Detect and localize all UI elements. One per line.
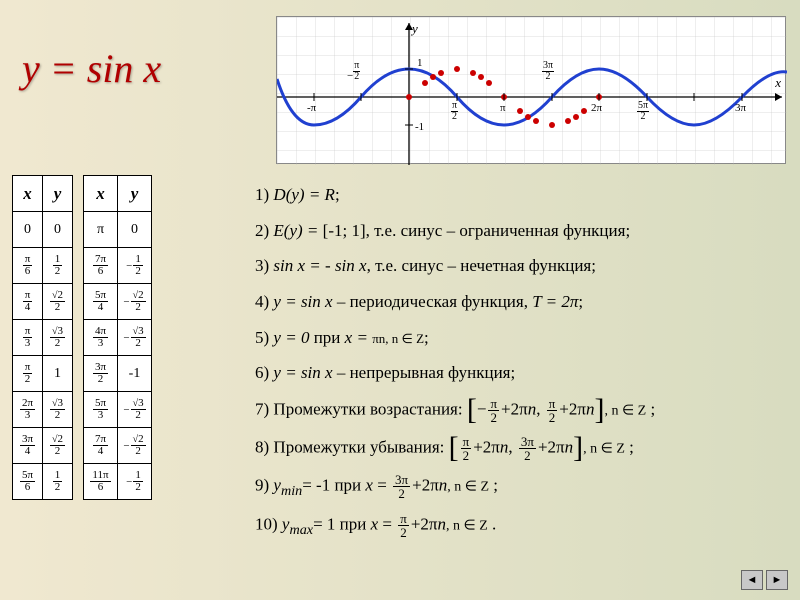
th-x: x [13, 176, 43, 212]
prop-3: 3) sin x = - sin x, т.е. синус – нечетна… [255, 254, 788, 279]
tick-m1: -1 [415, 121, 424, 133]
prop-4: 4) y = sin x – периодическая функция, T … [255, 290, 788, 315]
prop-2: 2) E(y) = [-1; 1], т.е. синус – ограниче… [255, 219, 788, 244]
nav-controls: ◄► [738, 570, 788, 590]
y-axis-label: y [412, 21, 418, 37]
prop-9: 9) ymin= -1 при x = 3π2+2πn, n ∈ Z ; [255, 473, 788, 501]
th-x2: x [84, 176, 118, 212]
table-a: xy 00 π612 π422 π332 π21 2π332 3π422 5π6… [12, 175, 73, 500]
tick-npi: -π [307, 102, 316, 114]
prop-6: 6) y = sin x – непрерывная функция; [255, 361, 788, 386]
page-title: y = sin x [22, 45, 161, 92]
tick-3pih: 3π2 [542, 61, 554, 82]
tick-pi: π [500, 102, 506, 114]
prop-8: 8) Промежутки убывания: [π2+2πn, 3π2+2πn… [255, 435, 788, 462]
next-button[interactable]: ► [766, 570, 788, 590]
prop-1: 1) D(y) = R; [255, 183, 788, 208]
th-y: y [43, 176, 73, 212]
tick-npih: −π2 [347, 61, 360, 82]
tick-3pi: 3π [735, 102, 746, 114]
prev-button[interactable]: ◄ [741, 570, 763, 590]
properties-list: 1) D(y) = R; 2) E(y) = [-1; 1], т.е. син… [255, 183, 788, 552]
table-b: xy π0 7π612 5π422 4π332 3π2-1 5π332 7π42… [83, 175, 152, 500]
x-axis-label: x [775, 75, 781, 91]
tick-1: 1 [417, 57, 423, 69]
tick-pih: π2 [451, 101, 458, 122]
prop-5: 5) y = 0 при x = πn, n ∈ Z; [255, 326, 788, 351]
th-y2: y [118, 176, 152, 212]
tick-2pi: 2π [591, 102, 602, 114]
sine-graph: y x 1 -1 -π π 2π 3π −π2 π2 3π2 5π2 [276, 16, 786, 164]
prop-10: 10) ymax= 1 при x = π2+2πn, n ∈ Z . [255, 512, 788, 540]
value-tables: xy 00 π612 π422 π332 π21 2π332 3π422 5π6… [12, 175, 152, 500]
prop-7: 7) Промежутки возрастания: [−π2+2πn, π2+… [255, 397, 788, 424]
tick-5pih: 5π2 [637, 101, 649, 122]
